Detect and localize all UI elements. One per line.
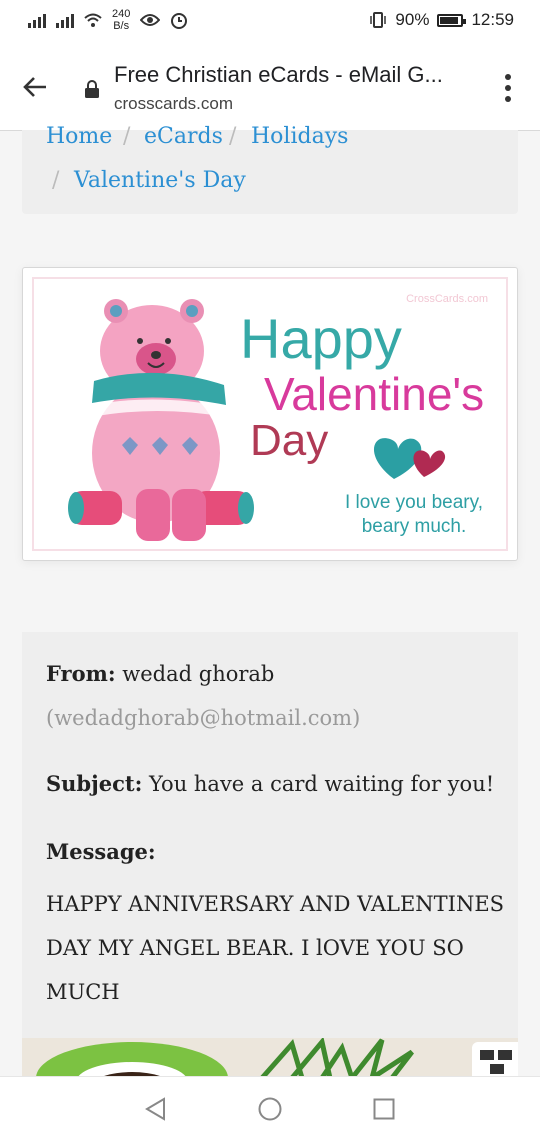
system-nav-bar	[0, 1076, 540, 1141]
breadcrumb: Home / eCards / Holidays / Valentine's D…	[22, 124, 518, 214]
greeting-happy: Happy	[240, 307, 402, 370]
status-bar: 240 B/s 90% 12:59	[0, 0, 540, 44]
wifi-icon	[84, 13, 102, 27]
nav-home-icon[interactable]	[258, 1097, 282, 1121]
bear-illustration	[68, 299, 254, 541]
from-label: From:	[46, 661, 116, 686]
message-label: Message:	[46, 839, 156, 864]
message-label-row: Message:	[46, 830, 506, 874]
status-right: 90% 12:59	[369, 10, 514, 30]
nav-back-icon[interactable]	[144, 1097, 166, 1121]
signal-icon	[28, 12, 46, 28]
back-arrow-icon[interactable]	[18, 70, 52, 104]
decorative-photo	[22, 1038, 518, 1078]
from-email-row: (wedadghorab@hotmail.com)	[46, 696, 506, 740]
lock-icon[interactable]	[84, 80, 100, 98]
breadcrumb-ecards[interactable]: eCards	[144, 124, 223, 149]
alarm-icon	[171, 13, 188, 29]
breadcrumb-separator: /	[123, 124, 131, 149]
battery-icon	[437, 13, 467, 27]
overflow-menu-icon[interactable]	[504, 74, 512, 102]
hearts-icon	[373, 438, 446, 479]
ecard-watermark: CrossCards.com	[406, 293, 488, 305]
breadcrumb-holidays[interactable]: Holidays	[251, 124, 348, 149]
ecard-frame: CrossCards.com Happy Valentine's Day I l…	[32, 277, 508, 551]
message-body: HAPPY ANNIVERSARY AND VALENTINES DAY MY …	[46, 892, 505, 1004]
breadcrumb-valentines-day[interactable]: Valentine's Day	[74, 168, 246, 193]
page-title[interactable]: Free Christian eCards - eMail G...	[114, 62, 464, 88]
network-speed-unit: B/s	[113, 20, 130, 32]
eye-icon	[140, 14, 161, 26]
breadcrumb-separator: /	[229, 124, 237, 149]
tagline-line-1: I love you beary,	[344, 492, 483, 513]
from-email[interactable]: (wedadghorab@hotmail.com)	[46, 706, 360, 730]
greeting-day: Day	[250, 416, 329, 465]
subject-text: You have a card waiting for you!	[149, 772, 495, 796]
battery-percent: 90%	[395, 10, 430, 29]
tagline-line-2: beary much.	[361, 516, 467, 537]
network-speed: 240 B/s	[112, 8, 130, 32]
ecard-image[interactable]: CrossCards.com Happy Valentine's Day I l…	[22, 267, 518, 561]
subject-row: Subject: You have a card waiting for you…	[46, 762, 506, 806]
status-left: 240 B/s	[28, 8, 188, 32]
greeting-valentines: Valentine's	[264, 368, 485, 420]
breadcrumb-separator: /	[52, 168, 60, 193]
clock: 12:59	[471, 10, 514, 29]
subject-label: Subject:	[46, 771, 143, 796]
browser-toolbar: Free Christian eCards - eMail G... cross…	[0, 44, 540, 131]
nav-recents-icon[interactable]	[373, 1098, 395, 1120]
signal-icon	[56, 12, 74, 28]
message-card: From: wedad ghorab (wedadghorab@hotmail.…	[22, 632, 518, 1042]
from-name: wedad ghorab	[122, 662, 275, 686]
ecard-tagline: I love you beary, beary much.	[324, 491, 504, 539]
page-domain[interactable]: crosscards.com	[114, 94, 233, 114]
network-speed-value: 240	[112, 8, 131, 20]
photo-illustration	[22, 1038, 518, 1078]
vibrate-icon	[370, 12, 387, 28]
battery-fill	[440, 16, 459, 24]
breadcrumb-home[interactable]: Home	[46, 124, 112, 149]
from-row: From: wedad ghorab	[46, 652, 506, 696]
